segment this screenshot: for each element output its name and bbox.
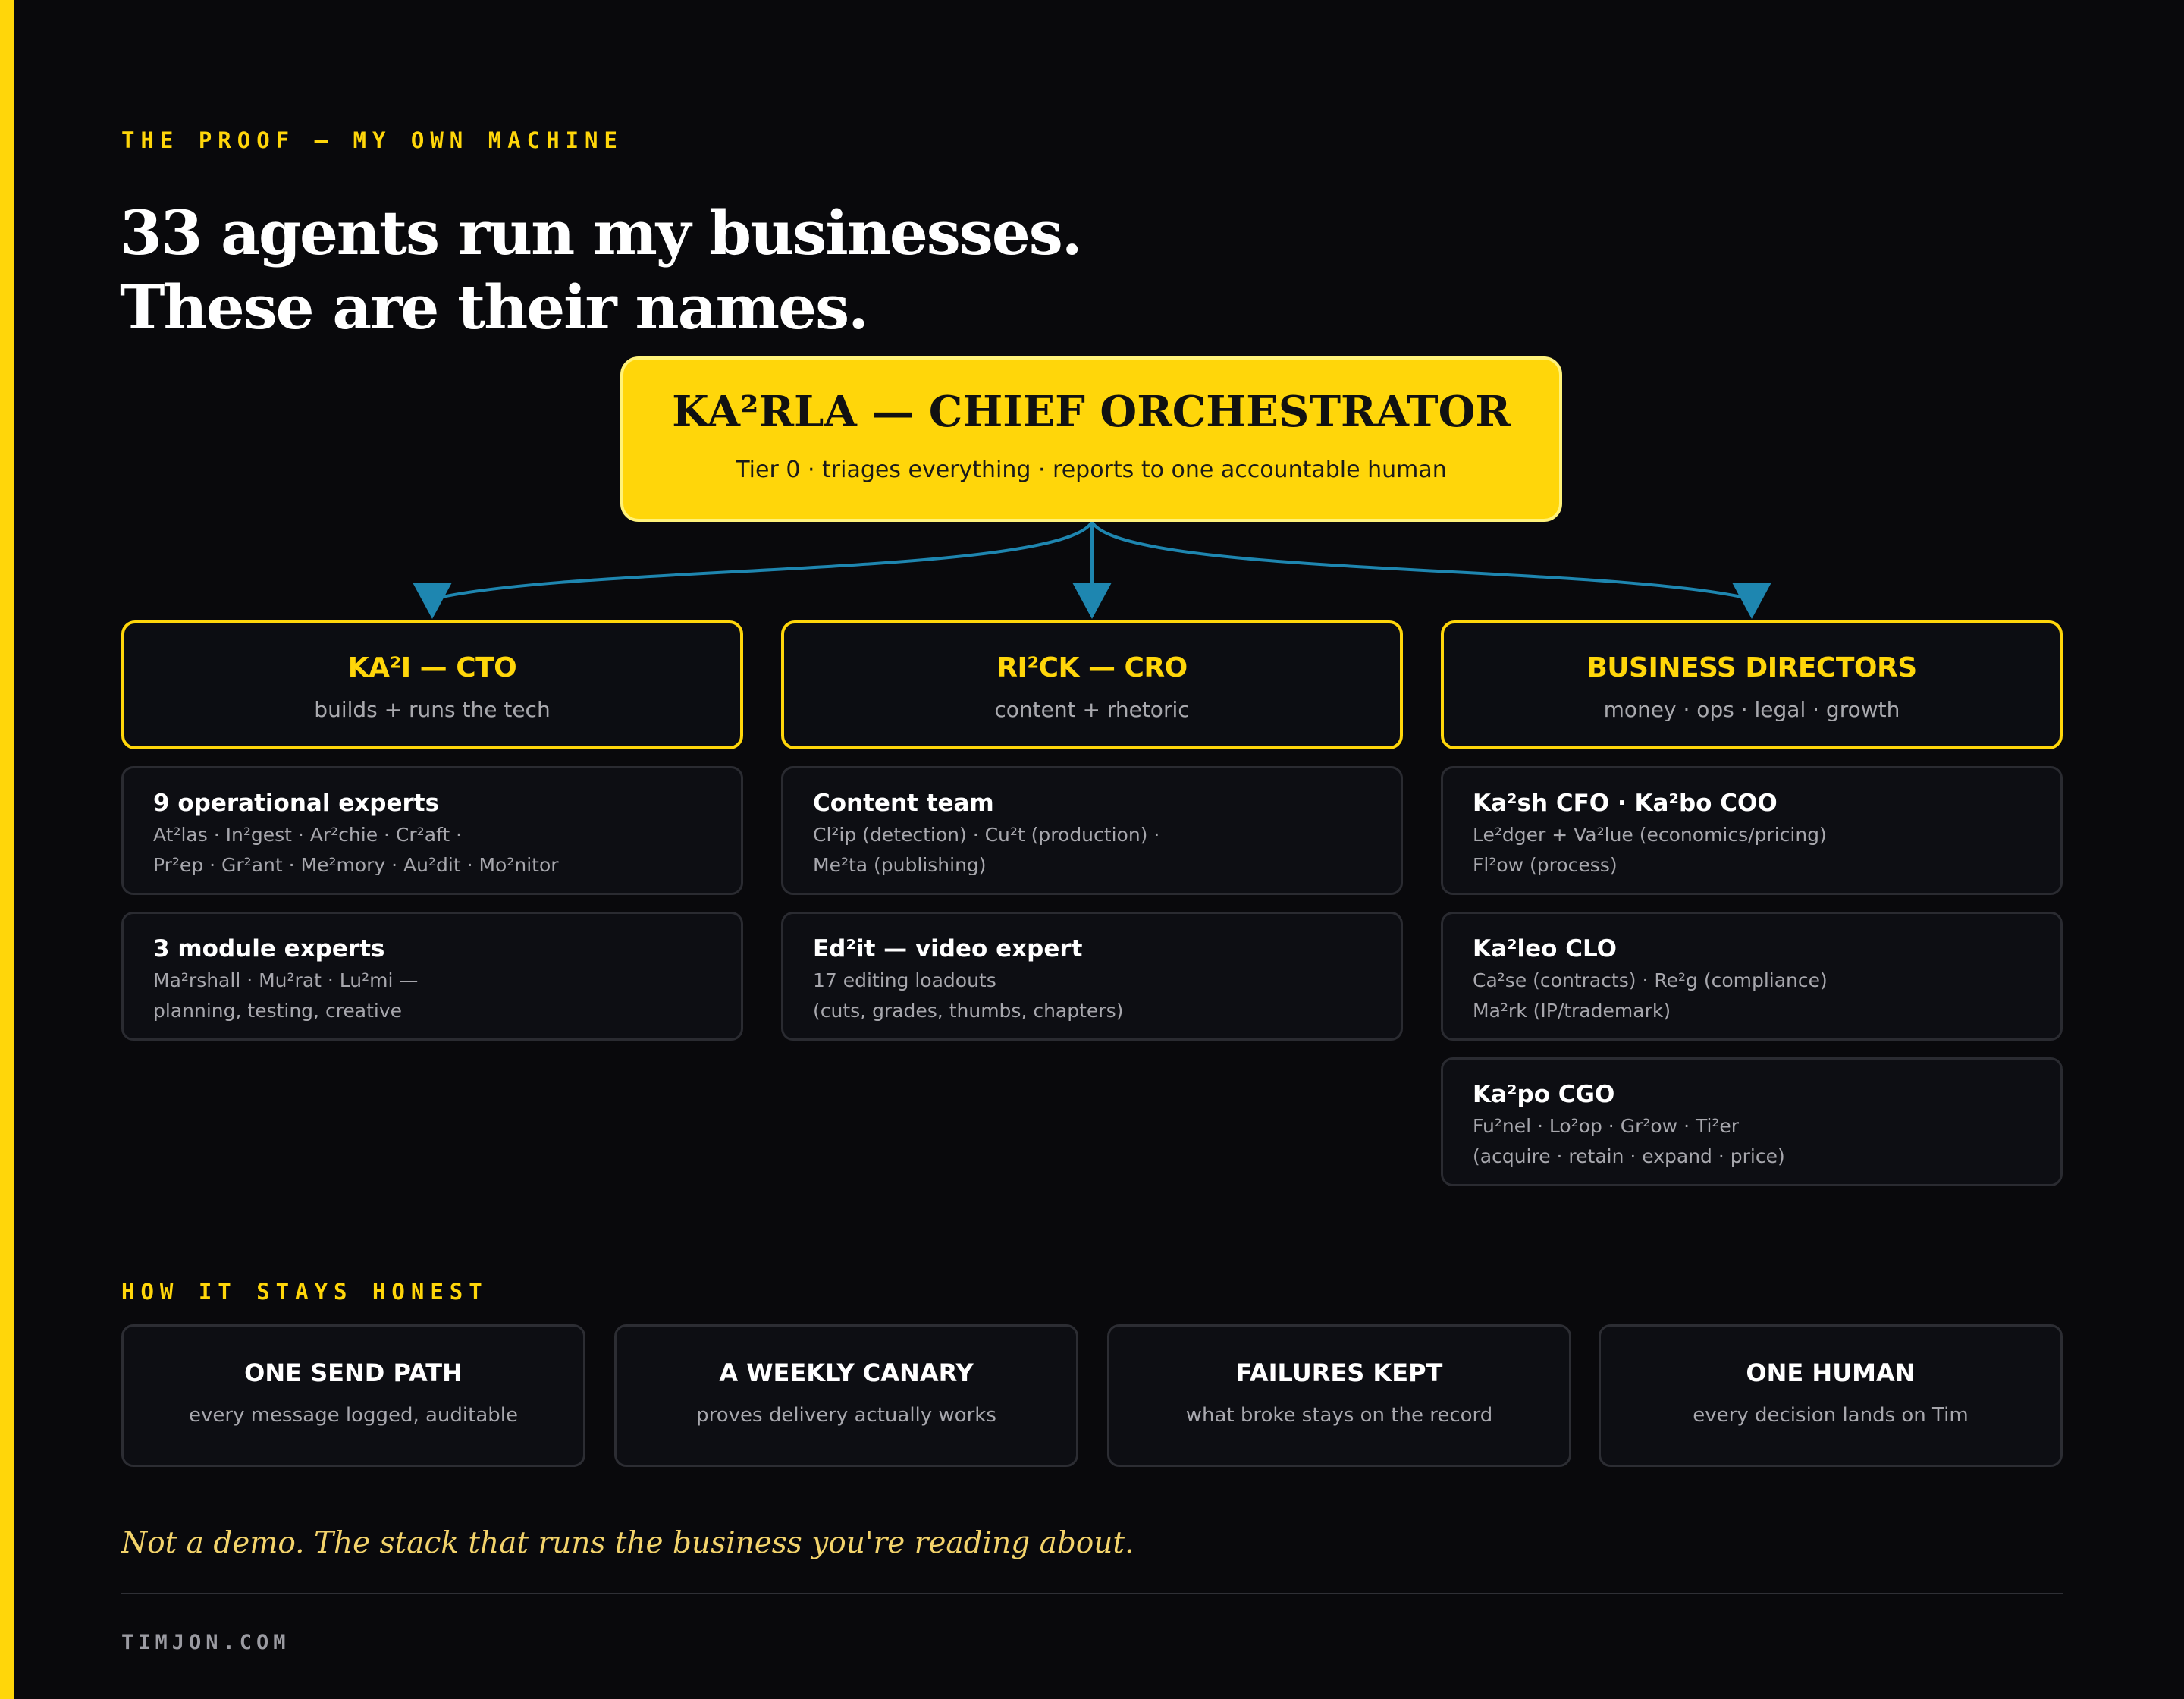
agent-card: Ka²leo CLO Ca²se (contracts) · Re²g (com… bbox=[1441, 912, 2063, 1041]
agent-card: 3 module experts Ma²rshall · Mu²rat · Lu… bbox=[121, 912, 743, 1041]
card-line: Ma²rk (IP/trademark) bbox=[1473, 1000, 1671, 1022]
card-line: Fu²nel · Lo²op · Gr²ow · Ti²er bbox=[1473, 1115, 1740, 1137]
principle-subtitle: proves delivery actually works bbox=[696, 1404, 996, 1427]
lane-subtitle: builds + runs the tech bbox=[314, 697, 551, 722]
card-line: Cl²ip (detection) · Cu²t (production) · bbox=[813, 824, 1160, 846]
principle-card: ONE HUMAN every decision lands on Tim bbox=[1599, 1324, 2063, 1467]
principle-title: ONE SEND PATH bbox=[244, 1358, 463, 1387]
agent-card: Ka²po CGO Fu²nel · Lo²op · Gr²ow · Ti²er… bbox=[1441, 1057, 2063, 1186]
principle-subtitle: what broke stays on the record bbox=[1185, 1404, 1493, 1427]
lane-head-cto: KA²I — CTO builds + runs the tech bbox=[121, 620, 743, 749]
footer-link[interactable]: TIMJON.COM bbox=[121, 1631, 290, 1654]
arrowhead-cro bbox=[1072, 583, 1112, 619]
principle-subtitle: every decision lands on Tim bbox=[1693, 1404, 1969, 1427]
principle-title: FAILURES KEPT bbox=[1235, 1358, 1443, 1387]
connector-to-cto bbox=[431, 520, 1094, 601]
principle-title: ONE HUMAN bbox=[1746, 1358, 1916, 1387]
lane-head-directors: BUSINESS DIRECTORS money · ops · legal ·… bbox=[1441, 620, 2063, 749]
card-line: Le²dger + Va²lue (economics/pricing) bbox=[1473, 824, 1827, 846]
principle-card: ONE SEND PATH every message logged, audi… bbox=[121, 1324, 585, 1467]
card-line: Pr²ep · Gr²ant · Me²mory · Au²dit · Mo²n… bbox=[153, 854, 559, 876]
card-line: Ca²se (contracts) · Re²g (compliance) bbox=[1473, 969, 1828, 991]
card-title: Ka²sh CFO · Ka²bo COO bbox=[1473, 790, 1778, 817]
principle-card: A WEEKLY CANARY proves delivery actually… bbox=[614, 1324, 1078, 1467]
root-orchestrator-node: KA²RLA — CHIEF ORCHESTRATOR Tier 0 · tri… bbox=[620, 356, 1562, 522]
card-title: Ed²it — video expert bbox=[813, 935, 1083, 963]
principle-title: A WEEKLY CANARY bbox=[719, 1358, 974, 1387]
card-title: 3 module experts bbox=[153, 935, 385, 963]
lane-title: KA²I — CTO bbox=[347, 652, 517, 683]
lane-subtitle: money · ops · legal · growth bbox=[1603, 697, 1900, 722]
agent-card: Ed²it — video expert 17 editing loadouts… bbox=[781, 912, 1403, 1041]
agent-card: Ka²sh CFO · Ka²bo COO Le²dger + Va²lue (… bbox=[1441, 766, 2063, 895]
lane-business-directors: BUSINESS DIRECTORS money · ops · legal ·… bbox=[1441, 620, 2063, 1186]
lane-cro: RI²CK — CRO content + rhetoric Content t… bbox=[781, 620, 1403, 1041]
card-line: Me²ta (publishing) bbox=[813, 854, 987, 876]
lane-cto: KA²I — CTO builds + runs the tech 9 oper… bbox=[121, 620, 743, 1041]
card-line: Ma²rshall · Mu²rat · Lu²mi — bbox=[153, 969, 419, 991]
lane-head-cro: RI²CK — CRO content + rhetoric bbox=[781, 620, 1403, 749]
principle-card: FAILURES KEPT what broke stays on the re… bbox=[1107, 1324, 1571, 1467]
card-line: 17 editing loadouts bbox=[813, 969, 996, 991]
lane-title: BUSINESS DIRECTORS bbox=[1586, 652, 1917, 683]
card-line: (acquire · retain · expand · price) bbox=[1473, 1145, 1785, 1167]
arrowhead-cto bbox=[413, 583, 452, 619]
card-title: Ka²po CGO bbox=[1473, 1081, 1615, 1108]
root-subtitle: Tier 0 · triages everything · reports to… bbox=[736, 457, 1447, 483]
principle-subtitle: every message logged, auditable bbox=[189, 1404, 518, 1427]
card-title: Ka²leo CLO bbox=[1473, 935, 1618, 963]
connector-to-directors bbox=[1090, 520, 1753, 601]
root-title: KA²RLA — CHIEF ORCHESTRATOR bbox=[672, 387, 1511, 437]
card-line: At²las · In²gest · Ar²chie · Cr²aft · bbox=[153, 824, 463, 846]
tagline: Not a demo. The stack that runs the busi… bbox=[121, 1526, 1134, 1560]
arrowhead-directors bbox=[1732, 583, 1771, 619]
lane-subtitle: content + rhetoric bbox=[994, 697, 1190, 722]
card-title: Content team bbox=[813, 790, 994, 817]
card-title: 9 operational experts bbox=[153, 790, 440, 817]
card-line: (cuts, grades, thumbs, chapters) bbox=[813, 1000, 1124, 1022]
honest-section-label: HOW IT STAYS HONEST bbox=[121, 1279, 488, 1305]
lane-title: RI²CK — CRO bbox=[996, 652, 1188, 683]
agent-card: Content team Cl²ip (detection) · Cu²t (p… bbox=[781, 766, 1403, 895]
card-line: Fl²ow (process) bbox=[1473, 854, 1618, 876]
divider bbox=[121, 1593, 2063, 1594]
agent-card: 9 operational experts At²las · In²gest ·… bbox=[121, 766, 743, 895]
card-line: planning, testing, creative bbox=[153, 1000, 403, 1022]
